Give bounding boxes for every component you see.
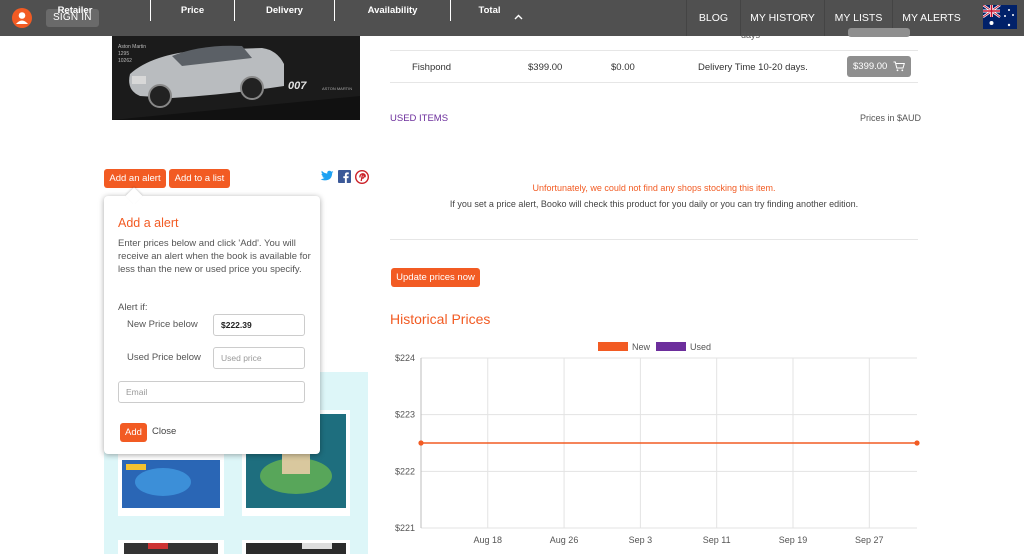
popover-description: Enter prices below and click 'Add'. You … (118, 238, 311, 275)
buy-price-button[interactable]: $399.00 (847, 56, 911, 77)
retailer-name[interactable]: Fishpond (412, 62, 451, 73)
popover-arrow (125, 187, 143, 205)
y-tick-label: $223 (395, 410, 415, 420)
column-header-retailer[interactable]: Retailer (0, 0, 151, 21)
divider (390, 50, 918, 51)
twitter-icon[interactable] (320, 170, 334, 183)
x-tick-label: Sep 19 (779, 535, 808, 545)
legend-swatch (598, 342, 628, 351)
column-header-availability[interactable]: Availability (335, 0, 451, 21)
used-price-label: Used Price below (127, 352, 201, 363)
popover-title: Add a alert (118, 216, 179, 230)
related-product-thumbnail[interactable] (242, 540, 350, 554)
no-shops-message: Unfortunately, we could not find any sho… (532, 183, 776, 193)
cart-icon (893, 61, 905, 72)
close-popover-link[interactable]: Close (152, 426, 176, 437)
facebook-icon[interactable] (338, 170, 351, 183)
x-tick-label: Aug 26 (550, 535, 579, 545)
column-header-delivery[interactable]: Delivery (235, 0, 335, 21)
email-input[interactable] (118, 381, 305, 403)
retailer-availability: Delivery Time 10-20 days. (698, 62, 808, 73)
retailer-delivery: $0.00 (611, 62, 635, 73)
legend-label: Used (690, 342, 711, 352)
divider (390, 82, 918, 83)
y-tick-label: $222 (395, 466, 415, 476)
used-items-heading: USED ITEMS (390, 113, 449, 124)
legend-swatch (656, 342, 686, 351)
update-prices-button[interactable]: Update prices now (391, 268, 480, 287)
price-alert-hint: If you set a price alert, Booko will che… (449, 199, 859, 209)
add-to-list-button[interactable]: Add to a list (169, 169, 230, 188)
column-header-total[interactable]: Total (451, 0, 528, 21)
column-header-total-label: Total (478, 5, 501, 16)
box-subbrand: ASTON MARTIN (322, 86, 353, 91)
buy-price-label: $399.00 (853, 61, 888, 72)
box-brand-logo: 007 (288, 80, 307, 92)
x-tick-label: Sep 27 (855, 535, 884, 545)
chart-x-axis: Aug 18 Aug 26 Sep 3 Sep 11 Sep 19 Sep 27 (474, 535, 884, 545)
chart-series (418, 440, 920, 446)
box-text: Aston Martin 1295 10262 (118, 44, 146, 65)
box-text-line: Aston Martin (118, 44, 147, 50)
series-point[interactable] (914, 440, 920, 446)
availability-text-partial: days (741, 30, 761, 40)
australia-flag-icon[interactable] (983, 5, 1017, 29)
new-price-input[interactable] (213, 314, 305, 336)
chart-y-axis: $224 $223 $222 $221 (395, 353, 415, 533)
pinterest-icon[interactable] (354, 169, 370, 185)
legend-label: New (632, 342, 651, 352)
price-cart-button-partial[interactable] (848, 28, 910, 37)
y-tick-label: $224 (395, 353, 415, 363)
product-image: Aston Martin 1295 10262 007 ASTON MARTIN (112, 36, 360, 120)
x-tick-label: Aug 18 (474, 535, 503, 545)
box-text-line: 10262 (118, 58, 132, 64)
chevron-up-icon[interactable] (514, 7, 523, 20)
add-alert-button[interactable]: Add an alert (104, 169, 166, 188)
new-price-label: New Price below (127, 319, 198, 330)
retailer-price: $399.00 (528, 62, 563, 73)
currency-note: Prices in $AUD (860, 113, 922, 123)
related-product-thumbnail[interactable] (118, 540, 224, 554)
x-tick-label: Sep 3 (629, 535, 653, 545)
chart-legend: New Used (598, 342, 711, 352)
series-point[interactable] (418, 440, 424, 446)
add-alert-submit-button[interactable]: Add (120, 423, 147, 442)
add-alert-popover: Add a alert Enter prices below and click… (104, 187, 320, 454)
used-price-input[interactable] (213, 347, 305, 369)
x-tick-label: Sep 11 (703, 535, 731, 545)
used-items-table-header: Retailer Price Delivery Availability Tot… (0, 0, 528, 21)
column-header-price[interactable]: Price (151, 0, 235, 21)
y-tick-label: $221 (395, 523, 415, 533)
historical-prices-title: Historical Prices (390, 311, 491, 327)
nav-blog[interactable]: BLOG (686, 0, 740, 36)
divider (390, 239, 918, 240)
box-text-line: 1295 (118, 51, 130, 57)
historical-prices-chart: New Used $224 $223 $222 $221 Aug 18 Aug 26 Sep… (395, 342, 920, 545)
alert-if-label: Alert if: (118, 302, 148, 313)
